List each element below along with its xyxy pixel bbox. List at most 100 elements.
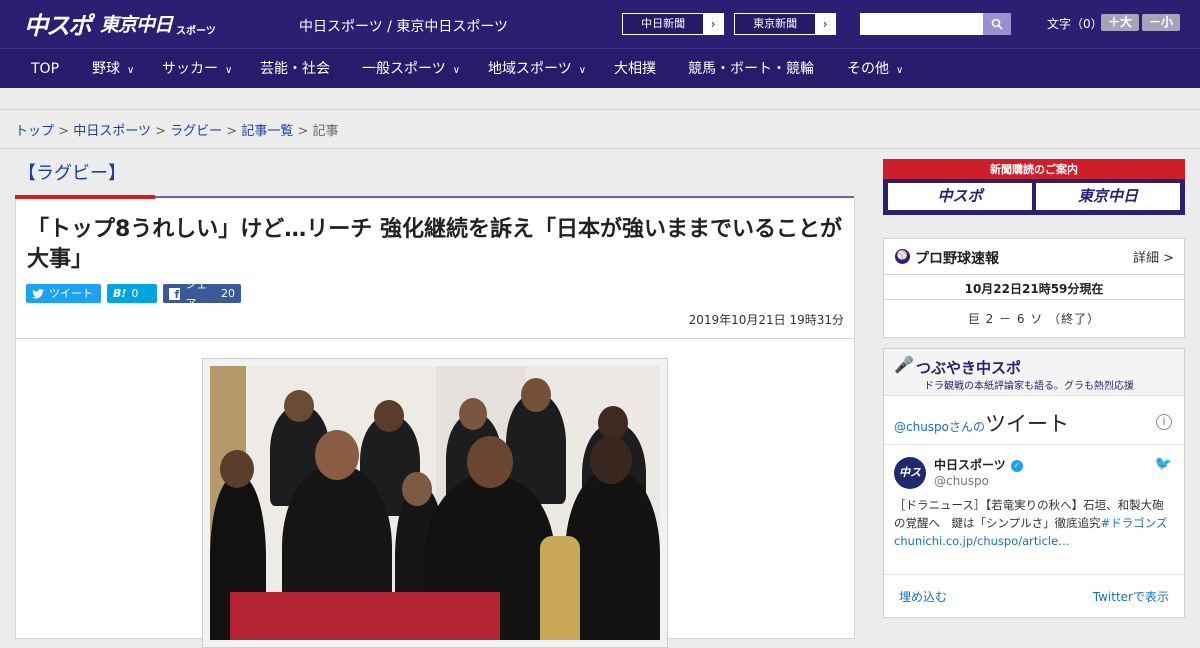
- chevron-down-icon: ∨: [225, 65, 233, 76]
- divider: [884, 574, 1184, 575]
- pro-baseball-widget: ⚾ プロ野球速報 詳細 > 10月22日21時59分現在 巨 2 － 6 ソ （…: [883, 238, 1185, 338]
- tokyo-shimbun-link[interactable]: 東京新聞 ›: [734, 13, 836, 35]
- logo-tokyo-chunichi: 東京中日: [100, 13, 173, 36]
- breadcrumb-top[interactable]: トップ: [15, 124, 54, 139]
- chevron-down-icon: ∨: [578, 65, 587, 76]
- divider: [884, 274, 1184, 275]
- baseball-score[interactable]: 巨 2 － 6 ソ （終了）: [884, 310, 1184, 327]
- hatena-count: 0: [131, 287, 139, 300]
- nav-label: 芸能・社会: [260, 61, 330, 77]
- divider: [884, 444, 1184, 445]
- subscription-tokyo-chunichi[interactable]: 東京中日: [1036, 183, 1180, 210]
- tweet-label: ツイート: [49, 287, 93, 300]
- breadcrumb-chunichi-sports[interactable]: 中日スポーツ: [73, 124, 151, 139]
- search-icon: [991, 18, 1003, 30]
- nav-label: サッカー: [162, 61, 218, 77]
- chevron-down-icon: ∨: [452, 65, 461, 76]
- nav-label: その他: [847, 61, 889, 77]
- subscription-title: 新聞購読のご案内: [990, 163, 1078, 176]
- nav-item-entertainment[interactable]: 芸能・社会: [260, 49, 330, 89]
- facebook-icon: f: [169, 287, 181, 301]
- nav-label: 大相撲: [614, 61, 656, 77]
- baseball-updated-time: 10月22日21時59分現在: [964, 282, 1104, 296]
- twitter-bird-icon[interactable]: 🐦: [1155, 456, 1172, 472]
- press-conference-image: [210, 366, 660, 640]
- font-larger-button[interactable]: ＋大: [1101, 14, 1139, 31]
- logo-sports: スポーツ: [176, 25, 216, 37]
- breadcrumb-separator: >: [226, 124, 238, 139]
- chunichi-shimbun-link[interactable]: 中日新聞 ›: [622, 13, 724, 35]
- article-category: 【ラグビー】: [18, 163, 126, 184]
- article-photo[interactable]: [202, 358, 668, 648]
- nav-item-top[interactable]: TOP: [31, 49, 59, 89]
- font-smaller-button[interactable]: －小: [1142, 14, 1180, 31]
- tokyo-shimbun-label: 東京新聞: [753, 17, 798, 30]
- category-rule: [155, 196, 854, 198]
- breadcrumb-article-list[interactable]: 記事一覧: [241, 124, 293, 139]
- info-icon[interactable]: i: [1156, 414, 1172, 430]
- nav-item-soccer[interactable]: サッカー ∨: [162, 49, 232, 89]
- tweets-widget: 🎤 つぶやき中スポ ドラ観戦の本紙評論家も語る。グラも熱烈応援 @chuspoさ…: [883, 348, 1185, 618]
- subscription-chuspo[interactable]: 中スポ: [888, 183, 1032, 210]
- nav-item-general-sports[interactable]: 一般スポーツ ∨: [362, 49, 460, 89]
- twitter-bird-icon: [32, 288, 44, 298]
- account-name[interactable]: 中日スポーツ ✓: [934, 456, 1023, 473]
- site-logo[interactable]: 中スポ 東京中日 スポーツ: [24, 8, 216, 40]
- breadcrumb-current: 記事: [312, 124, 339, 139]
- logo-chuspo: 中スポ: [24, 11, 92, 40]
- hatena-icon: B!: [113, 287, 127, 300]
- site-name[interactable]: 中日スポーツ / 東京中日スポーツ: [299, 16, 508, 36]
- hatena-bookmark-button[interactable]: B! 0: [107, 284, 157, 303]
- breadcrumb: トップ > 中日スポーツ > ラグビー > 記事一覧 > 記事: [15, 120, 339, 139]
- divider: [16, 338, 854, 339]
- main-nav: TOP 野球 ∨ サッカー ∨ 芸能・社会 一般スポーツ ∨ 地域スポーツ ∨ 大相撲 …: [0, 48, 1200, 88]
- nav-label: TOP: [31, 61, 60, 77]
- baseball-title: プロ野球速報: [915, 251, 999, 267]
- nav-item-other[interactable]: その他 ∨: [847, 49, 903, 89]
- timeline-title: ツイート: [985, 412, 1070, 436]
- embed-link[interactable]: 埋め込む: [899, 588, 947, 605]
- press-table: [230, 592, 500, 640]
- avatar[interactable]: 中スポ: [894, 457, 926, 511]
- facebook-share-label: シェア: [185, 277, 208, 310]
- verified-icon: ✓: [1010, 459, 1023, 472]
- chevron-down-icon: ∨: [896, 65, 904, 76]
- nav-item-sumo[interactable]: 大相撲: [614, 49, 656, 89]
- divider: [884, 299, 1184, 300]
- sub-nav-strip: [0, 88, 1200, 110]
- nav-label: 地域スポーツ: [488, 61, 572, 77]
- timeline-handle: @chuspoさんの: [894, 420, 986, 434]
- nav-label: 一般スポーツ: [362, 61, 446, 77]
- nav-item-baseball[interactable]: 野球 ∨: [92, 49, 134, 89]
- nav-label: 野球: [92, 61, 120, 77]
- tweet-button[interactable]: ツイート: [26, 284, 101, 303]
- twitter-timeline: @chuspoさんのツイート i 中スポ 中日スポーツ ✓ @chuspo 🐦 ［…: [884, 395, 1184, 617]
- breadcrumb-rugby[interactable]: ラグビー: [170, 124, 222, 139]
- breadcrumb-separator: >: [155, 124, 166, 139]
- nav-item-racing[interactable]: 競馬・ボート・競輪: [688, 49, 814, 89]
- subscription-banner[interactable]: 新聞購読のご案内 中スポ 東京中日: [883, 159, 1185, 215]
- search-button[interactable]: [983, 13, 1011, 35]
- article-date: 2019年10月21日 19時31分: [688, 313, 844, 327]
- baseball-icon: ⚾: [895, 249, 910, 264]
- tweet-text: ［ドラニュース］【若竜実りの秋へ】石垣、和製大砲の覚醒へ 鍵は「シンプルさ」徹底…: [894, 496, 1174, 550]
- chevron-right-icon: ›: [703, 14, 723, 34]
- account-name-text: 中日スポーツ: [934, 458, 1006, 472]
- timeline-header[interactable]: @chuspoさんのツイート: [894, 408, 1069, 438]
- view-on-twitter-link[interactable]: Twitterで表示: [1093, 588, 1169, 605]
- chunichi-shimbun-label: 中日新聞: [641, 17, 686, 30]
- breadcrumb-separator: >: [297, 124, 309, 139]
- nav-item-regional-sports[interactable]: 地域スポーツ ∨: [488, 49, 586, 89]
- tweets-subtitle: ドラ観戦の本紙評論家も語る。グラも熱烈応援: [924, 381, 1134, 392]
- baseball-detail-link[interactable]: 詳細 >: [1133, 247, 1174, 266]
- search-input[interactable]: [860, 13, 983, 35]
- article-card: 「トップ8うれしい」けど…リーチ 強化継続を訴え「日本が強いままでいることが大事…: [15, 199, 855, 648]
- chevron-right-icon: ›: [815, 14, 835, 34]
- article-headline: 「トップ8うれしい」けど…リーチ 強化継続を訴え「日本が強いままでいることが大事…: [27, 217, 842, 272]
- microphone-icon: 🎤: [894, 355, 914, 374]
- account-handle[interactable]: @chuspo: [934, 474, 989, 488]
- divider: [0, 148, 1200, 149]
- top-bar: 中スポ 東京中日 スポーツ 中日スポーツ / 東京中日スポーツ 中日新聞 › 東…: [0, 0, 1200, 48]
- facebook-share-button[interactable]: f シェア 20: [163, 278, 241, 310]
- breadcrumb-separator: >: [58, 124, 70, 139]
